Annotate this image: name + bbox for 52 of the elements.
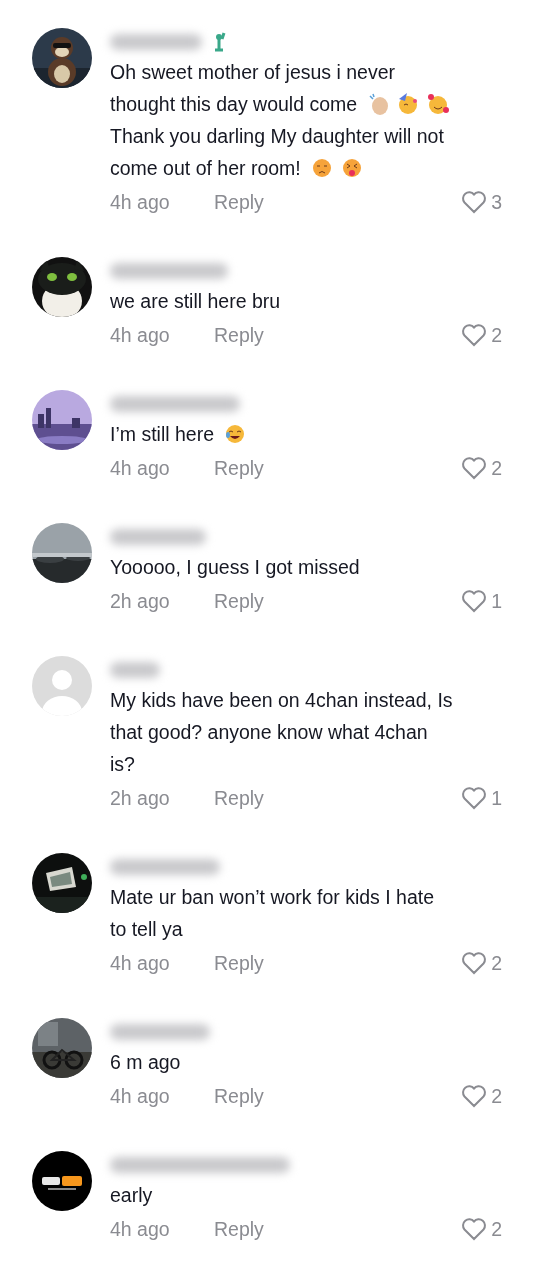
heart-icon[interactable]: [461, 323, 488, 347]
comment-text: thought this day would come: [110, 92, 358, 116]
comment-text: Mate ur ban won’t work for kids I hate: [110, 885, 435, 909]
heart-icon[interactable]: [461, 1084, 488, 1108]
blurred-username: [110, 662, 160, 678]
heart-icon[interactable]: [461, 190, 488, 214]
timestamp: 4h ago: [110, 1217, 171, 1241]
comment-text: Oh sweet mother of jesus i never: [110, 60, 396, 84]
comment-text: early: [110, 1183, 153, 1207]
timestamp: 4h ago: [110, 190, 171, 214]
reply-link[interactable]: Reply: [214, 951, 264, 974]
like-count: 2: [491, 1217, 502, 1241]
like-count: 3: [491, 190, 502, 214]
reply-link[interactable]: Reply: [214, 589, 264, 612]
sad-face-icon: [310, 157, 333, 179]
timestamp: 4h ago: [110, 456, 171, 480]
face-with-hearts-icon: [427, 93, 450, 115]
timestamp: 2h ago: [110, 786, 171, 810]
like-count: 2: [491, 456, 502, 480]
timestamp: 2h ago: [110, 589, 171, 613]
reply-link[interactable]: Reply: [214, 1084, 264, 1107]
reply-link[interactable]: Reply: [214, 190, 264, 213]
like-count: 1: [491, 589, 502, 613]
comment-text: come out of her room!: [110, 156, 301, 180]
comment-text: My kids have been on 4chan instead, Is: [110, 688, 453, 712]
comment-text: is?: [110, 752, 135, 776]
comment-text: we are still here bru: [110, 289, 281, 313]
comment-text: to tell ya: [110, 917, 183, 941]
reply-link[interactable]: Reply: [214, 456, 264, 479]
comment-text: Yooooo, I guess I got missed: [110, 555, 360, 579]
reply-link[interactable]: Reply: [214, 323, 264, 346]
comment-text: 6 m ago: [110, 1050, 181, 1074]
comment-text: that good? anyone know what 4chan: [110, 720, 428, 744]
comment-text: I’m still here: [110, 422, 215, 446]
reply-link[interactable]: Reply: [214, 1217, 264, 1240]
like-count: 2: [491, 951, 502, 975]
laughing-face-icon: [224, 423, 247, 445]
heart-icon[interactable]: [461, 951, 488, 975]
like-count: 2: [491, 323, 502, 347]
timestamp: 4h ago: [110, 323, 171, 347]
timestamp: 4h ago: [110, 1084, 171, 1108]
reply-link[interactable]: Reply: [214, 786, 264, 809]
heart-icon[interactable]: [461, 456, 488, 480]
like-count: 1: [491, 786, 502, 810]
heart-icon[interactable]: [461, 786, 488, 810]
comment-text: Thank you darling My daughter will not: [110, 124, 444, 148]
tongue-face-icon: [340, 157, 363, 179]
heart-icon[interactable]: [461, 589, 488, 613]
like-count: 2: [491, 1084, 502, 1108]
heart-icon[interactable]: [461, 1217, 488, 1241]
timestamp: 4h ago: [110, 951, 171, 975]
party-face-icon: [397, 93, 420, 115]
